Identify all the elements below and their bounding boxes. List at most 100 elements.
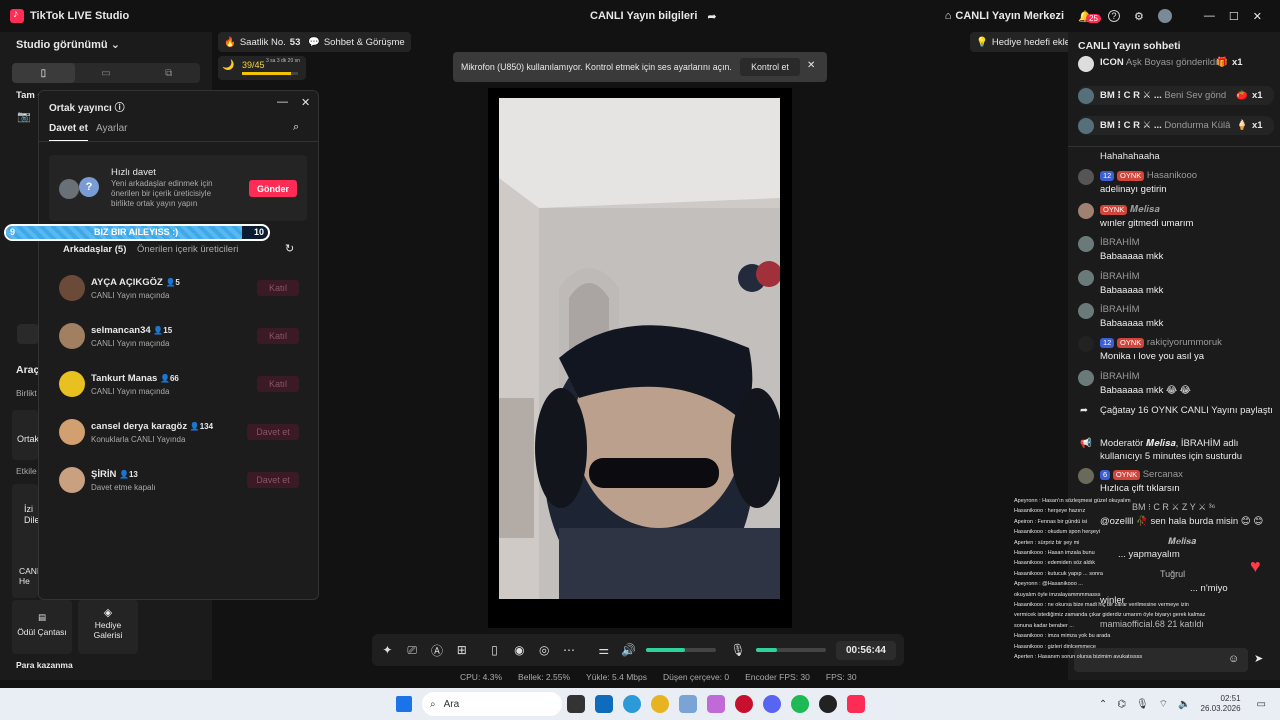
share-icon: ➦: [1080, 405, 1088, 416]
edge-icon[interactable]: [623, 695, 641, 713]
discord-icon[interactable]: [763, 695, 781, 713]
more-icon[interactable]: ⋯: [562, 642, 577, 658]
chevron-up-icon[interactable]: ⌃: [1099, 699, 1107, 710]
invite-button[interactable]: Davet et: [247, 472, 299, 488]
notification-icon[interactable]: ▭: [1257, 699, 1266, 710]
multi-icon[interactable]: ⧉: [137, 63, 200, 83]
sliders-icon[interactable]: ⚌: [596, 642, 611, 658]
overlay-line: Hasanikooo : gizleri dinlcemmece: [1014, 643, 1096, 650]
phone-icon[interactable]: ▯: [487, 642, 502, 658]
app-icon[interactable]: [679, 695, 697, 713]
tab-friends[interactable]: Arkadaşlar (5): [63, 244, 126, 255]
studio-view-dropdown[interactable]: Studio görünümü ⌄: [0, 32, 212, 57]
join-button[interactable]: Katıl: [257, 280, 299, 296]
app-icon[interactable]: [707, 695, 725, 713]
share-icon[interactable]: ➦: [707, 10, 716, 23]
landscape-icon[interactable]: ▭: [75, 63, 138, 83]
list-item: AYÇA AÇIKGÖZ 👤5 CANLI Yayın maçında Katıl: [59, 275, 299, 301]
network-icon[interactable]: ⌬: [1117, 699, 1126, 710]
memory-stat: Bellek: 2.55%: [518, 672, 571, 682]
camera-switch-icon[interactable]: ◎: [537, 642, 552, 658]
windows-start-icon[interactable]: [396, 696, 412, 712]
status-bar: CPU: 4.3% Bellek: 2.55% Yükle: 5.4 Mbps …: [460, 672, 857, 682]
orientation-toggle[interactable]: ▯ ▭ ⧉: [12, 63, 200, 83]
gear-icon[interactable]: ⚙: [1134, 10, 1144, 23]
live-tool[interactable]: CANL He: [12, 542, 42, 598]
quick-invite-card: ? Hızlı davet Yeni arkadaşlar edinmek iç…: [49, 155, 307, 221]
person-icon: 👤: [159, 373, 170, 383]
tiktok-icon[interactable]: [847, 695, 865, 713]
windows-taskbar: ⌕ Ara ⌃ ⌬ 🎙 ⌔ 🔈 02:51 26.03.2026 ▭: [0, 688, 1280, 720]
close-icon[interactable]: ✕: [1253, 10, 1262, 23]
chat-call-button[interactable]: 💬 Sohbet & Görüşme: [302, 32, 411, 52]
chat-message: 6 OYNK Sercanax Hızlıca çift tıklarsın: [1078, 468, 1274, 495]
cohost-tool[interactable]: Ortak: [12, 410, 39, 460]
minimize-icon[interactable]: —: [277, 96, 288, 108]
reward-bag-tool[interactable]: ▤ Ödül Çantası: [12, 600, 72, 654]
person-icon: 👤: [118, 469, 129, 479]
taskview-icon[interactable]: [567, 695, 585, 713]
overlay-line: Hasanikooo : herşeye hazırız: [1014, 508, 1086, 515]
wifi-icon[interactable]: ⌔: [1159, 698, 1168, 711]
mic-fill: [755, 648, 777, 652]
search-icon: ⌕: [430, 698, 436, 710]
join-button[interactable]: Katıl: [257, 328, 299, 344]
portrait-icon[interactable]: ▯: [12, 63, 75, 83]
close-icon[interactable]: ✕: [301, 96, 310, 109]
speaker-icon[interactable]: 🔊: [621, 642, 636, 658]
cpu-stat: CPU: 4.3%: [460, 672, 503, 682]
close-icon[interactable]: ✕: [807, 60, 815, 71]
list-item: selmancan34 👤15 CANLI Yayın maçında Katıl: [59, 323, 299, 349]
quick-invite-desc: Yeni arkadaşlar edinmek için önerilen bi…: [111, 179, 213, 208]
outlook-icon[interactable]: [595, 695, 613, 713]
minimize-icon[interactable]: —: [1204, 10, 1215, 22]
mic-icon[interactable]: 🎙: [1136, 699, 1149, 710]
spotify-icon[interactable]: [791, 695, 809, 713]
refresh-icon[interactable]: ↻: [285, 242, 294, 255]
join-button[interactable]: Katıl: [257, 376, 299, 392]
avatar: [1078, 270, 1094, 286]
maximize-icon[interactable]: ☐: [1229, 10, 1239, 23]
mic-icon[interactable]: 🎙: [730, 642, 745, 658]
gift-message: BM ⁝ C R ⚔︎ ... Beni Sev gönd 🍅 x1: [1078, 86, 1274, 105]
avatar: [59, 419, 85, 445]
magic-wand-icon[interactable]: ✦: [380, 642, 395, 658]
chrome-icon[interactable]: [651, 695, 669, 713]
gift-goal-button[interactable]: 💡 Hediye hedefi ekle: [970, 32, 1077, 52]
share-event: ➦ Çağatay 16 OYNK CANLI Yayını paylaştı: [1080, 405, 1273, 416]
avatar: [59, 275, 85, 301]
gift-gallery-tool[interactable]: ◈ Hediye Galerisi: [78, 600, 138, 654]
effects-icon[interactable]: ⎚: [405, 642, 420, 658]
add-source-icon[interactable]: ⊞: [454, 642, 469, 658]
hourly-rank[interactable]: 🔥 Saatlik No. 53: [218, 32, 307, 52]
mic-slider[interactable]: [755, 648, 826, 652]
record-icon[interactable]: ◉: [512, 642, 527, 658]
tab-suggested-creators[interactable]: Önerilen içerik üreticileri: [137, 244, 238, 255]
volume-slider[interactable]: [646, 648, 717, 652]
info-icon[interactable]: ⓘ: [115, 103, 125, 114]
scene-button[interactable]: [17, 324, 39, 344]
overlay-line: vermicek istediğimiz zamanda çıkar gider…: [1014, 612, 1206, 619]
divider: [39, 141, 318, 142]
app-icon[interactable]: [819, 695, 837, 713]
app-icon[interactable]: [735, 695, 753, 713]
check-button[interactable]: Kontrol et: [740, 58, 800, 76]
notification-button[interactable]: 🔔 25: [1078, 10, 1101, 23]
live-center-button[interactable]: ⌂ CANLI Yayın Merkezi: [945, 10, 1064, 22]
tab-invite[interactable]: Davet et: [49, 123, 88, 142]
live-info-title[interactable]: CANLI Yayın bilgileri ➦: [590, 10, 717, 23]
clock[interactable]: 02:51 26.03.2026: [1201, 694, 1241, 714]
taskbar-search[interactable]: ⌕ Ara: [422, 692, 562, 716]
invite-button[interactable]: Davet et: [247, 424, 299, 440]
help-icon[interactable]: ?: [1108, 10, 1121, 22]
progress-widget[interactable]: 🌙 39/45 3 sa 3 dk 20 sn: [218, 56, 306, 80]
overlay-line: Hasanikooo : edemiden söz aldık: [1014, 560, 1096, 567]
search-icon[interactable]: ⌕: [293, 121, 299, 134]
speaker-icon[interactable]: 🔈: [1178, 699, 1190, 710]
overlay-line: okuyalım öyle imzalayammmmasss: [1014, 591, 1101, 598]
tab-settings[interactable]: Ayarlar: [96, 123, 128, 134]
overlay-line: Hasanikooo : Hasan imzala bunu: [1014, 550, 1095, 557]
send-button[interactable]: Gönder: [249, 180, 297, 197]
avatar[interactable]: [1157, 9, 1172, 23]
ai-icon[interactable]: Ⓐ: [430, 642, 445, 658]
